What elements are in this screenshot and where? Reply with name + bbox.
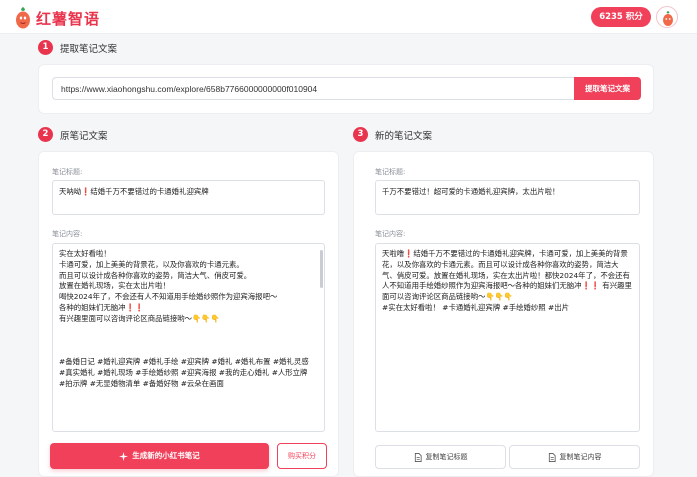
buy-points-button[interactable]: 购买积分 bbox=[277, 443, 327, 469]
step-2-header: 2 原笔记文案 bbox=[38, 127, 108, 142]
content-line: #拍示牌 #无显婚物清单 #备婚好物 #云朵在画面 bbox=[59, 378, 224, 388]
step-number: 3 bbox=[353, 127, 368, 142]
result-content-text: 天啦噜❗结婚千万不要错过的卡通婚礼迎宾牌，卡通可爱，加上美美的背景花，以及你喜欢… bbox=[382, 249, 632, 302]
step-number: 1 bbox=[38, 40, 53, 55]
step-label: 新的笔记文案 bbox=[375, 130, 433, 142]
result-title-label: 笔记标题: bbox=[375, 168, 406, 176]
content-line bbox=[59, 325, 318, 336]
result-title-field[interactable]: 千万不要错过！超可爱的卡通婚礼迎宾牌，太出片啦！ bbox=[375, 180, 640, 215]
content-line: #备婚日记 #婚礼迎宾牌 #婚礼手绘 #迎宾牌 #婚礼 #婚礼布置 #婚礼灵感 bbox=[59, 356, 309, 366]
brand-name: 红薯智语 bbox=[36, 10, 101, 28]
step-3-header: 3 新的笔记文案 bbox=[353, 127, 432, 142]
top-bar: 红薯智语 6235 积分 bbox=[0, 0, 697, 34]
scrollbar-thumb[interactable] bbox=[320, 250, 323, 288]
original-content-label: 笔记内容: bbox=[52, 230, 83, 238]
copy-title-button[interactable]: 复制笔记标题 bbox=[375, 445, 506, 469]
copy-document-icon bbox=[414, 452, 422, 462]
content-line: 实在太好看啦！ bbox=[59, 249, 111, 258]
content-line: 卡通可爱，加上美美的背景花，以及你喜欢的卡通元素。 bbox=[59, 259, 244, 269]
step-label: 提取笔记文案 bbox=[60, 43, 118, 55]
result-content-tags: #实在太好看啦！ #卡通婚礼迎宾牌 #手绘婚纱照 #出片 bbox=[382, 302, 570, 312]
step-number: 2 bbox=[38, 127, 53, 142]
url-input[interactable] bbox=[52, 77, 574, 100]
user-avatar[interactable] bbox=[656, 6, 678, 28]
copy-content-button[interactable]: 复制笔记内容 bbox=[509, 445, 640, 469]
content-line: 放置在婚礼现场，实在太出片啦！ bbox=[59, 281, 170, 291]
result-content-field[interactable]: 天啦噜❗结婚千万不要错过的卡通婚礼迎宾牌，卡通可爱，加上美美的背景花，以及你喜欢… bbox=[375, 243, 640, 432]
original-content-field[interactable]: 实在太好看啦！ 卡通可爱，加上美美的背景花，以及你喜欢的卡通元素。 而且可以设计… bbox=[52, 243, 325, 432]
generate-note-button[interactable]: 生成新的小红书笔记 bbox=[50, 443, 269, 469]
content-line: 喝快2024年了，不会还有人不知道用手绘婚纱照作为迎宾海报吧～ bbox=[59, 292, 278, 302]
original-title-label: 笔记标题: bbox=[52, 168, 83, 176]
generate-note-label: 生成新的小红书笔记 bbox=[132, 451, 200, 460]
content-line: #真实婚礼 #婚礼现场 #手绘婚纱照 #迎宾海报 #我的走心婚礼 #人形立牌 bbox=[59, 367, 308, 377]
avatar-icon bbox=[663, 11, 673, 26]
result-content-label: 笔记内容: bbox=[375, 230, 406, 238]
points-badge[interactable]: 6235 积分 bbox=[591, 7, 651, 27]
copy-document-icon bbox=[548, 452, 556, 462]
sweet-potato-icon bbox=[16, 7, 30, 29]
copy-content-label: 复制笔记内容 bbox=[559, 453, 602, 461]
step-label: 原笔记文案 bbox=[60, 130, 108, 142]
original-title-field[interactable]: 天呐呦❗结婚千万不要错过的卡通婚礼迎宾牌 bbox=[52, 180, 325, 215]
content-line bbox=[59, 335, 318, 346]
extract-button[interactable]: 提取笔记文案 bbox=[574, 77, 641, 100]
copy-title-label: 复制笔记标题 bbox=[425, 453, 468, 461]
sparkle-icon bbox=[119, 451, 129, 461]
content-line: 各种的姐妹们无脑冲❗❗ bbox=[59, 302, 144, 312]
content-line: 而且可以设计成各种你喜欢的姿势，简洁大气、俏皮可爱。 bbox=[59, 270, 252, 280]
content-line: 有兴趣里面可以咨询评论区商品链接哟～👇👇👇 bbox=[59, 313, 220, 323]
step-1-header: 1 提取笔记文案 bbox=[38, 40, 117, 55]
